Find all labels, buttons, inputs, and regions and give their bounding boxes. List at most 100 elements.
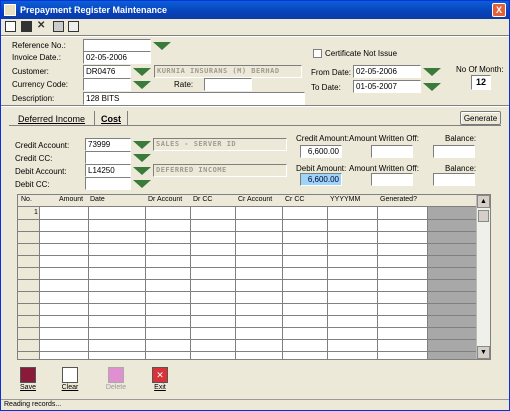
generate-button[interactable]: Generate	[460, 111, 501, 125]
invoice-date-label: Invoice Date.:	[12, 53, 61, 62]
clear-button[interactable]: Clear	[55, 366, 85, 396]
status-bar: Reading records...	[1, 399, 509, 410]
credit-cc-arrow-icon[interactable]	[133, 154, 151, 162]
customer-name-field: KURNIA INSURANS (M) BERHAD	[154, 65, 302, 78]
debit-cc-label: Debit CC:	[15, 180, 50, 189]
grid-row-number: 1	[34, 209, 38, 216]
debit-account-arrow-icon[interactable]	[133, 167, 151, 175]
grid-header-dr-cc: Dr CC	[193, 196, 213, 203]
credit-balance-label: Balance:	[445, 134, 477, 143]
list-icon[interactable]	[68, 21, 79, 32]
toolbar: ✕	[1, 19, 509, 35]
credit-amount-field[interactable]: 6,600.00	[300, 145, 342, 158]
grid-column-cr-account[interactable]	[236, 207, 283, 359]
customer-code-field[interactable]: DR0476	[83, 65, 131, 78]
exit-button[interactable]: ✕ Exit	[145, 366, 175, 396]
debit-cc-field[interactable]	[85, 177, 131, 190]
window-title: Prepayment Register Maintenance	[20, 5, 168, 15]
from-date-arrow-icon[interactable]	[423, 68, 441, 76]
toolbar-separator	[1, 35, 509, 37]
exit-icon: ✕	[152, 367, 168, 383]
grid-row-line	[18, 219, 476, 220]
grid-header-dr-account: Dr Account	[148, 196, 183, 203]
grid-row-line	[18, 279, 476, 280]
credit-account-field[interactable]: 73999	[85, 138, 131, 151]
grid-header-amount: Amount	[59, 196, 84, 203]
tab-cost[interactable]: Cost	[101, 114, 121, 124]
grid-header-cr-account: Cr Account	[238, 196, 273, 203]
grid-row-line	[18, 351, 476, 352]
grid-row-line	[18, 327, 476, 328]
rate-field[interactable]	[204, 78, 252, 91]
description-field[interactable]: 128 BITS	[83, 92, 305, 105]
grid-column-dr-account[interactable]	[146, 207, 191, 359]
header-separator	[1, 105, 509, 107]
grid-header-yyyymm: YYYYMM	[330, 196, 361, 203]
certificate-not-issue-checkbox[interactable]	[313, 49, 322, 58]
new-icon[interactable]	[5, 21, 16, 32]
description-label: Description:	[12, 94, 55, 103]
currency-code-label: Currency Code:	[12, 80, 69, 89]
debit-balance-field[interactable]	[433, 173, 475, 186]
debit-written-off-label: Amount Written Off:	[349, 164, 419, 173]
grid-header-no: No.	[21, 196, 32, 203]
grid-row-line	[18, 315, 476, 316]
grid-row-line	[18, 267, 476, 268]
scroll-up-arrow-icon[interactable]: ▲	[477, 195, 490, 208]
save-button[interactable]: Save	[13, 366, 43, 396]
credit-written-off-field[interactable]	[371, 145, 413, 158]
to-date-field[interactable]: 01-05-2007	[353, 80, 421, 93]
from-date-field[interactable]: 02-05-2006	[353, 65, 421, 78]
credit-written-off-label: Amount Written Off:	[349, 134, 419, 143]
debit-balance-label: Balance:	[445, 164, 477, 173]
debit-amount-label: Debit Amount:	[296, 164, 347, 173]
grid-row-line	[18, 255, 476, 256]
grid-column-cr-cc[interactable]	[283, 207, 328, 359]
grid-column-generated[interactable]	[378, 207, 428, 359]
grid-header: No. Amount Date Dr Account Dr CC Cr Acco…	[18, 195, 490, 207]
customer-lookup-arrow-icon[interactable]	[133, 68, 151, 76]
delete-button-label: Delete	[105, 384, 127, 391]
grid-row-header-column	[18, 207, 40, 359]
scroll-thumb[interactable]	[478, 210, 489, 222]
credit-cc-label: Credit CC:	[15, 154, 53, 163]
currency-code-field[interactable]	[83, 78, 131, 91]
to-date-arrow-icon[interactable]	[423, 83, 441, 91]
scroll-down-arrow-icon[interactable]: ▼	[477, 346, 490, 359]
credit-balance-field[interactable]	[433, 145, 475, 158]
credit-account-arrow-icon[interactable]	[133, 141, 151, 149]
reference-no-label: Reference No.:	[12, 41, 66, 50]
print-icon[interactable]	[53, 21, 64, 32]
credit-cc-field[interactable]	[85, 151, 131, 164]
save-icon[interactable]	[21, 21, 32, 32]
title-bar: Prepayment Register Maintenance X	[1, 1, 509, 19]
invoice-date-field[interactable]: 02-05-2006	[83, 51, 151, 64]
app-window: Prepayment Register Maintenance X ✕ Refe…	[0, 0, 510, 411]
debit-amount-field[interactable]: 6,600.00	[300, 173, 342, 186]
grid-row-line	[18, 243, 476, 244]
grid-column-amount[interactable]	[40, 207, 89, 359]
grid-row-line	[18, 303, 476, 304]
no-of-month-field[interactable]: 12	[471, 75, 491, 90]
eraser-icon	[108, 367, 124, 383]
customer-label: Customer:	[12, 67, 49, 76]
rate-label: Rate:	[174, 80, 194, 89]
currency-lookup-arrow-icon[interactable]	[133, 81, 151, 89]
credit-amount-label: Credit Amount:	[296, 134, 349, 143]
grid-column-yyyymm[interactable]	[328, 207, 378, 359]
delete-icon[interactable]: ✕	[37, 21, 48, 32]
delete-button[interactable]: Delete	[101, 366, 131, 396]
debit-account-field[interactable]: L14250	[85, 164, 131, 177]
schedule-grid[interactable]: No. Amount Date Dr Account Dr CC Cr Acco…	[17, 194, 491, 360]
grid-header-date: Date	[90, 196, 105, 203]
reference-lookup-arrow-icon[interactable]	[153, 42, 171, 50]
grid-vertical-scrollbar[interactable]: ▲ ▼	[476, 195, 490, 359]
from-date-label: From Date:	[311, 68, 352, 77]
close-button[interactable]: X	[492, 3, 506, 17]
debit-cc-arrow-icon[interactable]	[133, 180, 151, 188]
grid-column-date[interactable]	[89, 207, 146, 359]
grid-column-dr-cc[interactable]	[191, 207, 236, 359]
grid-header-generated: Generated?	[380, 196, 417, 203]
debit-written-off-field[interactable]	[371, 173, 413, 186]
tab-deferred-income[interactable]: Deferred Income	[18, 114, 85, 124]
